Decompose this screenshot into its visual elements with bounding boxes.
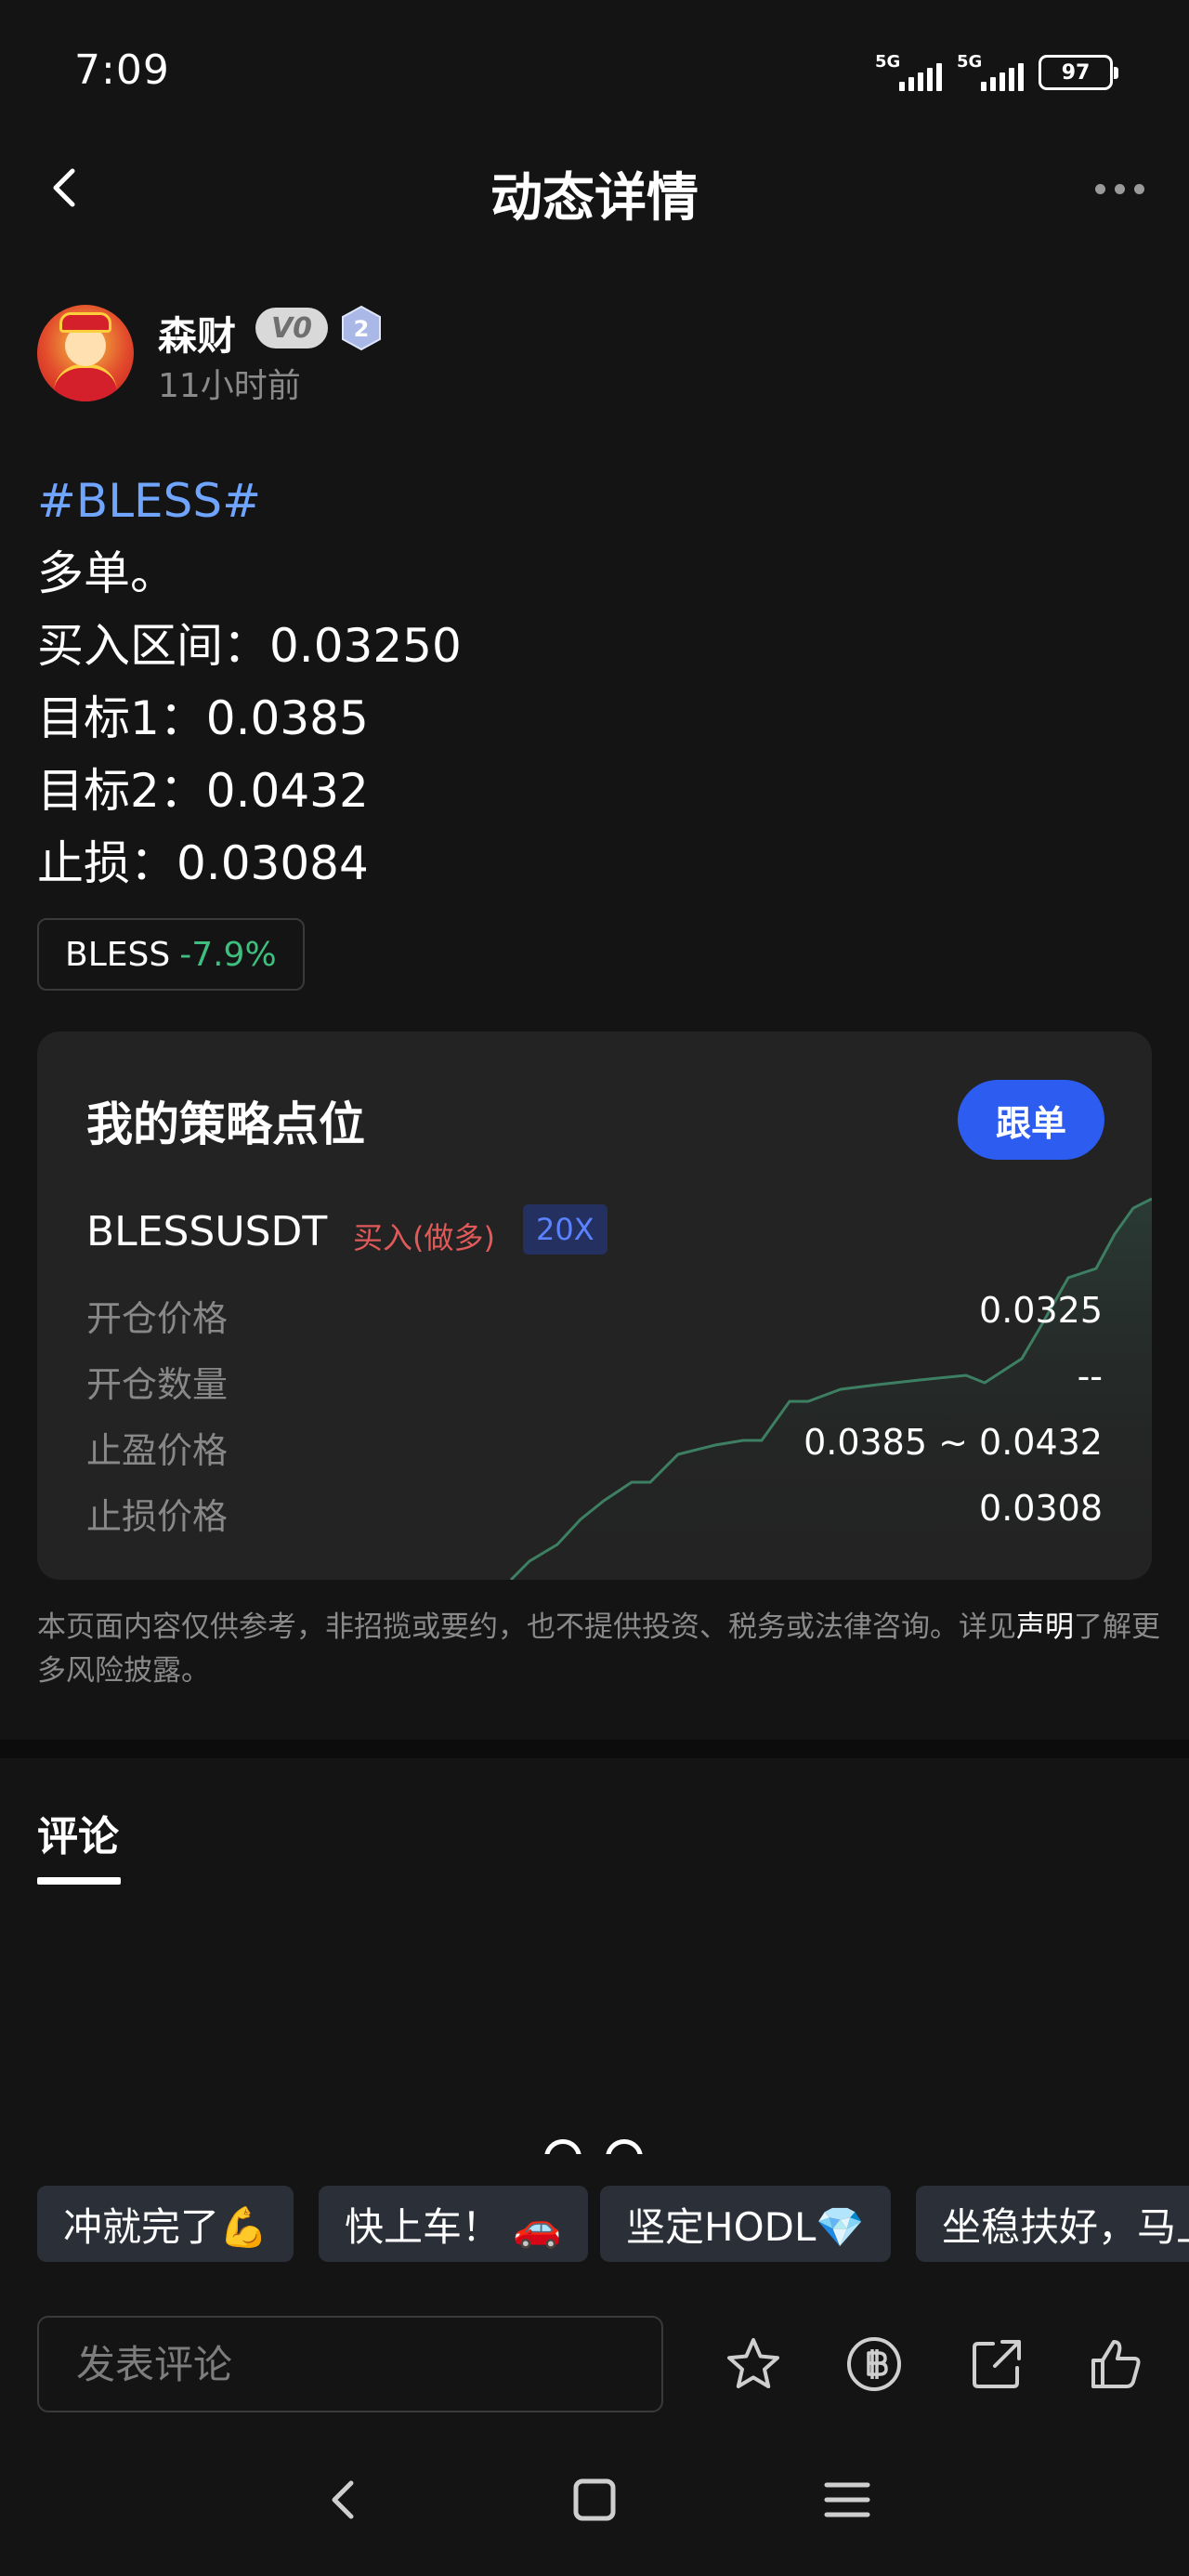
star-icon[interactable] <box>720 2331 787 2398</box>
signal-icon: 5G <box>875 52 942 91</box>
svg-text:2: 2 <box>354 316 370 342</box>
post-line: 目标2：0.0432 <box>37 764 369 818</box>
loading-indicator <box>544 2139 647 2154</box>
trading-pair: BLESSUSDT <box>86 1208 328 1255</box>
order-side: 买入(做多) <box>353 1220 495 1255</box>
disclaimer-text: 本页面内容仅供参考，非招揽或要约，也不提供投资、税务或法律咨询。详见 <box>37 1610 1016 1644</box>
status-bar: 7:09 5G 5G 97 <box>0 0 1189 139</box>
entry-price-value: 0.0325 <box>979 1290 1103 1331</box>
bottom-action-bar <box>0 2295 1189 2425</box>
entry-qty-label: 开仓数量 <box>86 1364 229 1405</box>
follow-order-button[interactable]: 跟单 <box>958 1080 1104 1160</box>
leverage-badge: 20X <box>523 1204 608 1255</box>
thumbs-up-icon[interactable] <box>1082 2331 1149 2398</box>
status-time: 7:09 <box>74 46 170 94</box>
stop-loss-label: 止损价格 <box>86 1496 229 1537</box>
nav-home-icon[interactable] <box>565 2470 624 2530</box>
quick-reply-chip[interactable]: 冲就完了💪 <box>37 2186 294 2262</box>
post-line: 多单。 <box>37 546 176 600</box>
nav-back-icon[interactable] <box>314 2470 373 2530</box>
author-name[interactable]: 森财 <box>158 305 236 361</box>
tab-underline <box>37 1877 121 1885</box>
post-content: #BLESS# 多单。 买入区间：0.03250 目标1：0.0385 目标2：… <box>37 465 1152 900</box>
level-badge: 2 <box>339 305 384 351</box>
take-profit-label: 止盈价格 <box>86 1430 229 1471</box>
vip-badge: V0 <box>255 308 328 348</box>
header: 动态详情 <box>0 139 1189 242</box>
comment-input[interactable] <box>37 2316 663 2412</box>
post-time: 11小时前 <box>158 367 301 405</box>
section-divider <box>0 1740 1189 1758</box>
disclaimer-link[interactable]: 声明 <box>1016 1610 1074 1644</box>
post-line: 止损：0.03084 <box>37 836 369 890</box>
strategy-title: 我的策略点位 <box>86 1097 365 1151</box>
entry-price-label: 开仓价格 <box>86 1298 229 1339</box>
author-info: 森财 V0 2 11小时前 <box>37 305 687 407</box>
battery-icon: 97 <box>1039 55 1118 90</box>
coin-tag[interactable]: BLESS -7.9% <box>37 918 305 991</box>
nav-menu-icon[interactable] <box>817 2470 877 2530</box>
strategy-card: 我的策略点位 跟单 BLESSUSDT 买入(做多) 20X 开仓价格 0.03… <box>37 1032 1152 1580</box>
stop-loss-value: 0.0308 <box>979 1488 1103 1529</box>
status-icons: 5G 5G 97 <box>875 52 1118 91</box>
coin-tag-symbol: BLESS <box>65 935 171 974</box>
share-icon[interactable] <box>963 2331 1030 2398</box>
disclaimer: 本页面内容仅供参考，非招揽或要约，也不提供投资、税务或法律咨询。详见声明了解更多… <box>37 1606 1161 1693</box>
more-icon[interactable] <box>1087 175 1152 203</box>
quick-reply-chip[interactable]: 快上车！ 🚗 <box>319 2186 588 2262</box>
post-line: 目标1：0.0385 <box>37 691 369 745</box>
post-line: 买入区间：0.03250 <box>37 619 462 673</box>
quick-reply-chip[interactable]: 坚定HODL💎 <box>600 2186 891 2262</box>
entry-qty-value: -- <box>1077 1356 1103 1397</box>
take-profit-value: 0.0385 ~ 0.0432 <box>804 1422 1103 1463</box>
quick-reply-chip[interactable]: 坐稳扶好，马上 <box>916 2186 1189 2262</box>
tab-comments[interactable]: 评论 <box>37 1803 119 1862</box>
coin-icon[interactable] <box>841 2331 908 2398</box>
system-nav-bar <box>0 2453 1189 2546</box>
signal-icon: 5G <box>957 52 1024 91</box>
avatar[interactable] <box>37 305 134 401</box>
page-title: 动态详情 <box>490 168 699 229</box>
post-hashtag[interactable]: #BLESS# <box>37 465 1152 537</box>
coin-tag-change: -7.9% <box>179 935 277 974</box>
quick-replies: 冲就完了💪 快上车！ 🚗 坚定HODL💎 坐稳扶好，马上 <box>37 2186 1189 2262</box>
